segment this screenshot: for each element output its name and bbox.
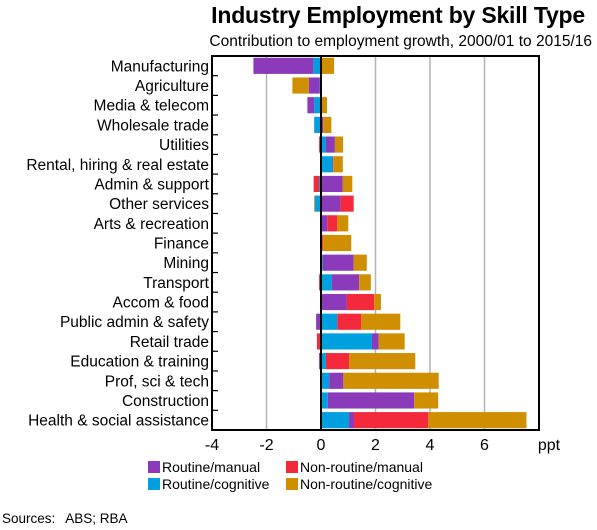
bars <box>253 57 527 429</box>
bar-health-social-assistance-routine-manual <box>349 412 354 429</box>
bar-rental-hiring-real-estate-non-routine-cognitive <box>333 156 343 173</box>
x-tick-label: -4 <box>205 437 219 454</box>
category-label-mining: Mining <box>163 255 209 272</box>
category-label-arts-recreation: Arts & recreation <box>94 216 209 233</box>
bar-mining-routine-manual <box>322 254 354 271</box>
legend-item-nonroutine-cognitive: Non-routine/cognitive <box>286 476 432 492</box>
x-tick-label: 6 <box>480 437 489 454</box>
category-labels: Manufacturing Agriculture Media & telecom W… <box>26 58 209 429</box>
bar-finance-non-routine-manual <box>322 234 324 252</box>
category-label-admin-support: Admin & support <box>94 176 209 193</box>
category-label-wholesale-trade: Wholesale trade <box>97 117 209 134</box>
bar-utilities-non-routine-cognitive <box>334 136 344 153</box>
category-label-utilities: Utilities <box>159 137 209 154</box>
bar-education-training-non-routine-cognitive <box>349 353 416 370</box>
bar-transport-non-routine-cognitive <box>359 274 371 291</box>
bar-transport-routine-cognitive <box>321 274 332 291</box>
x-tick-label: -2 <box>259 437 273 454</box>
legend-label: Non-routine/cognitive <box>300 476 433 492</box>
category-label-agriculture: Agriculture <box>135 78 209 95</box>
category-label-other-services: Other services <box>109 196 209 213</box>
bar-agriculture-routine-manual <box>308 77 320 94</box>
bar-retail-trade-routine-manual <box>371 333 379 350</box>
bar-public-admin-safety-non-routine-manual <box>337 313 362 330</box>
category-label-retail-trade: Retail trade <box>130 334 209 351</box>
category-label-manufacturing: Manufacturing <box>111 58 209 75</box>
legend-swatch-routine-cognitive <box>148 478 160 490</box>
bar-finance-non-routine-cognitive <box>323 234 352 252</box>
category-label-public-admin-safety: Public admin & safety <box>60 314 209 331</box>
bar-arts-recreation-non-routine-cognitive <box>337 215 349 232</box>
legend-item-routine-cognitive: Routine/cognitive <box>148 476 269 492</box>
x-tick-label: 2 <box>371 437 380 454</box>
bar-health-social-assistance-non-routine-manual <box>353 412 429 429</box>
bar-construction-routine-manual <box>327 392 415 409</box>
bar-admin-support-non-routine-cognitive <box>342 175 353 193</box>
bar-manufacturing-routine-manual <box>253 57 314 74</box>
bar-transport-routine-manual <box>331 274 360 291</box>
bar-accom-food-routine-manual <box>321 293 347 311</box>
chart-plot: Manufacturing Agriculture Media & telecom W… <box>26 55 561 454</box>
bar-manufacturing-non-routine-cognitive <box>321 57 335 74</box>
bar-prof-sci-tech-routine-manual <box>329 372 344 389</box>
bar-retail-trade-non-routine-cognitive <box>378 333 405 350</box>
category-label-education-training: Education & training <box>70 354 209 371</box>
bar-agriculture-non-routine-cognitive <box>292 77 309 94</box>
bar-media-telecom-routine-manual <box>307 97 315 114</box>
category-label-accom-food: Accom & food <box>113 295 210 312</box>
bar-manufacturing-routine-cognitive <box>313 57 321 74</box>
bar-health-social-assistance-non-routine-cognitive <box>428 412 527 429</box>
category-label-prof-sci-tech: Prof, sci & tech <box>105 373 209 390</box>
source-label: Sources: <box>2 511 56 526</box>
bar-rental-hiring-real-estate-routine-manual <box>332 156 334 173</box>
bar-accom-food-non-routine-cognitive <box>374 293 381 311</box>
category-label-finance: Finance <box>154 236 209 253</box>
legend-label: Non-routine/manual <box>300 459 423 475</box>
x-tick-labels: -4 -2 0 2 4 6 <box>205 437 489 454</box>
bar-other-services-non-routine-cognitive <box>314 195 316 212</box>
source-text: ABS; RBA <box>65 511 128 526</box>
source-note: Sources: ABS; RBA <box>2 511 128 526</box>
bar-public-admin-safety-non-routine-cognitive <box>361 313 401 330</box>
bar-arts-recreation-routine-manual <box>321 215 328 232</box>
bar-utilities-routine-manual <box>325 136 335 153</box>
bar-prof-sci-tech-non-routine-cognitive <box>343 372 439 389</box>
category-label-construction: Construction <box>122 393 209 410</box>
bar-other-services-routine-manual <box>321 195 341 212</box>
bar-education-training-non-routine-manual <box>325 353 350 370</box>
bar-accom-food-non-routine-manual <box>346 293 375 311</box>
bar-construction-routine-cognitive <box>321 392 328 409</box>
legend-swatch-nonroutine-cognitive <box>286 478 298 490</box>
category-label-rental-hiring-real-estate: Rental, hiring & real estate <box>26 157 209 174</box>
x-axis-unit-label: ppt <box>538 437 561 454</box>
x-tick-label: 4 <box>426 437 435 454</box>
bar-mining-non-routine-cognitive <box>353 254 367 271</box>
legend-swatch-nonroutine-manual <box>286 461 298 473</box>
category-label-transport: Transport <box>143 275 209 292</box>
bar-wholesale-trade-routine-cognitive <box>314 116 321 133</box>
legend-label: Routine/cognitive <box>162 476 270 492</box>
legend-item-routine-manual: Routine/manual <box>148 459 260 475</box>
bar-construction-non-routine-cognitive <box>414 392 439 409</box>
bar-rental-hiring-real-estate-routine-cognitive <box>321 156 333 173</box>
legend-swatch-routine-manual <box>148 461 160 473</box>
category-label-health-social-assistance: Health & social assistance <box>28 413 209 430</box>
bar-health-social-assistance-routine-cognitive <box>321 412 350 429</box>
bar-public-admin-safety-routine-cognitive <box>321 313 338 330</box>
bar-wholesale-trade-non-routine-cognitive <box>323 116 332 133</box>
bar-admin-support-routine-manual <box>321 175 343 193</box>
bar-other-services-non-routine-manual <box>340 195 354 212</box>
x-tick-label: 0 <box>317 437 326 454</box>
bar-retail-trade-routine-cognitive <box>321 333 372 350</box>
bar-prof-sci-tech-routine-cognitive <box>321 372 330 389</box>
legend-item-nonroutine-manual: Non-routine/manual <box>286 459 423 475</box>
legend-label: Routine/manual <box>162 459 261 475</box>
category-label-media-telecom: Media & telecom <box>94 98 209 115</box>
bar-media-telecom-routine-cognitive <box>314 97 321 114</box>
bar-admin-support-non-routine-manual <box>313 175 320 193</box>
bar-arts-recreation-non-routine-manual <box>327 215 338 232</box>
